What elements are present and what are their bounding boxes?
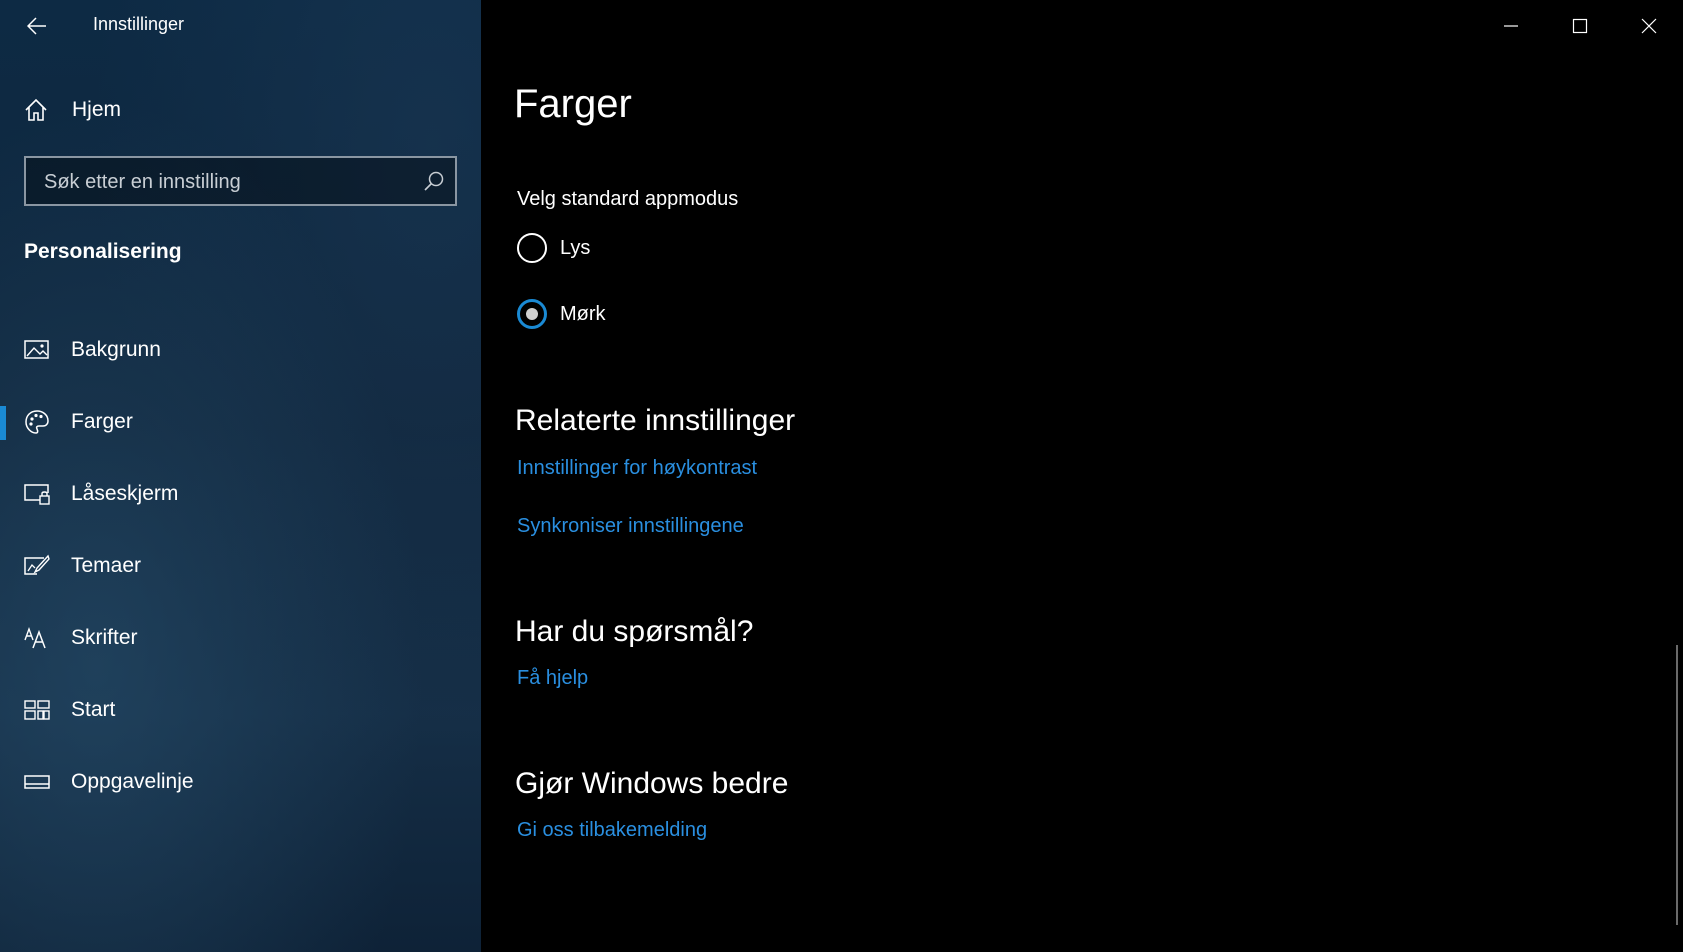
nav-item-label: Bakgrunn <box>71 338 161 361</box>
nav-item-label: Temaer <box>71 554 142 577</box>
close-icon <box>1641 18 1656 34</box>
nav-item-laseskjerm[interactable]: Låseskjerm <box>0 458 481 530</box>
get-help-link[interactable]: Få hjelp <box>517 667 588 690</box>
nav-item-label: Låseskjerm <box>71 482 179 505</box>
back-button[interactable] <box>18 8 56 44</box>
search-icon[interactable] <box>423 170 445 192</box>
minimize-icon <box>1503 25 1518 27</box>
section-title: Personalisering <box>24 240 182 263</box>
nav-item-start[interactable]: Start <box>0 674 481 746</box>
scrollbar[interactable] <box>1676 645 1678 925</box>
high-contrast-link[interactable]: Innstillinger for høykontrast <box>517 457 757 480</box>
nav-item-label: Farger <box>71 410 133 433</box>
questions-heading: Har du spørsmål? <box>515 615 754 648</box>
radio-label: Mørk <box>560 302 606 325</box>
personalization-nav: Bakgrunn Farger Låseskjerm Temaer Skrift… <box>0 314 481 818</box>
palette-icon <box>24 409 50 435</box>
nav-item-bakgrunn[interactable]: Bakgrunn <box>0 314 481 386</box>
nav-item-farger[interactable]: Farger <box>0 386 481 458</box>
nav-item-label: Oppgavelinje <box>71 770 194 793</box>
start-icon <box>24 697 50 723</box>
radio-label: Lys <box>560 236 591 259</box>
radio-button-selected[interactable] <box>517 299 547 329</box>
sync-settings-link[interactable]: Synkroniser innstillingene <box>517 515 744 538</box>
nav-item-label: Start <box>71 698 116 721</box>
page-title: Farger <box>514 82 632 126</box>
maximize-button[interactable] <box>1545 0 1614 52</box>
minimize-button[interactable] <box>1476 0 1545 52</box>
settings-window: Innstillinger Hjem Personalisering <box>0 0 1683 952</box>
maximize-icon <box>1572 18 1587 34</box>
app-title: Innstillinger <box>93 14 185 34</box>
close-button[interactable] <box>1614 0 1683 52</box>
app-mode-label: Velg standard appmodus <box>517 188 739 210</box>
sidebar: Innstillinger Hjem Personalisering <box>0 0 481 952</box>
home-label: Hjem <box>72 98 122 121</box>
taskbar-icon <box>24 769 50 795</box>
picture-icon <box>24 337 50 363</box>
home-icon <box>25 98 47 121</box>
radio-button[interactable] <box>517 233 547 263</box>
home-nav-item[interactable]: Hjem <box>24 92 121 128</box>
lock-screen-icon <box>24 481 50 507</box>
search-input[interactable] <box>42 158 406 206</box>
nav-item-temaer[interactable]: Temaer <box>0 530 481 602</box>
radio-dark-mode[interactable]: Mørk <box>517 299 606 329</box>
themes-icon <box>24 553 50 579</box>
nav-item-label: Skrifter <box>71 626 138 649</box>
feedback-heading: Gjør Windows bedre <box>515 767 789 800</box>
feedback-link[interactable]: Gi oss tilbakemelding <box>517 819 707 842</box>
window-controls <box>1476 0 1683 52</box>
radio-light-mode[interactable]: Lys <box>517 233 590 263</box>
search-box[interactable] <box>24 156 457 206</box>
main-content: Farger Velg standard appmodus Lys Mørk R… <box>481 0 1683 952</box>
related-settings-heading: Relaterte innstillinger <box>515 404 796 437</box>
back-arrow-icon <box>27 17 46 35</box>
fonts-icon <box>24 625 50 651</box>
nav-item-oppgavelinje[interactable]: Oppgavelinje <box>0 746 481 818</box>
nav-item-skrifter[interactable]: Skrifter <box>0 602 481 674</box>
